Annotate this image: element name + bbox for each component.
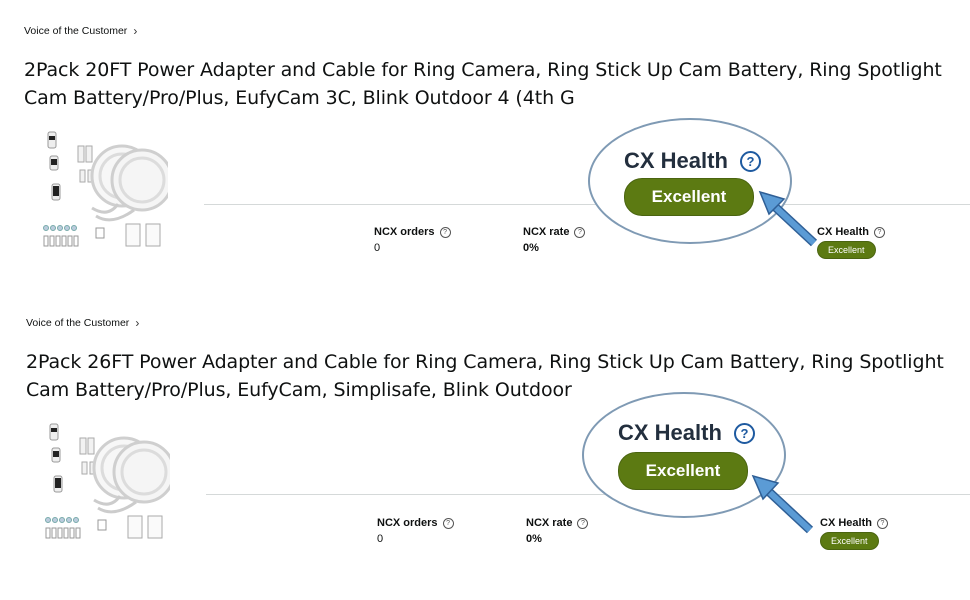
callout-title: CX Health <box>624 148 728 173</box>
help-circle-icon[interactable]: ? <box>574 226 586 238</box>
product-title: 2Pack 20FT Power Adapter and Cable for R… <box>24 59 942 109</box>
cx-health-label: CX Health <box>817 226 869 238</box>
breadcrumb-label[interactable]: Voice of the Customer <box>26 317 129 329</box>
ncx-rate-label: NCX rate <box>523 226 570 238</box>
ncx-orders-value: 0 <box>377 533 384 545</box>
cx-health-badge: Excellent <box>820 532 879 550</box>
cx-health-metric: CX Health? Excellent <box>817 226 885 259</box>
callout-badge: Excellent <box>618 452 748 490</box>
breadcrumb-label[interactable]: Voice of the Customer <box>24 25 127 37</box>
breadcrumb[interactable]: Voice of the Customer › <box>26 316 139 330</box>
ncx-rate-value: 0% <box>523 242 539 254</box>
product-thumbnail <box>43 131 168 247</box>
product-title: 2Pack 26FT Power Adapter and Cable for R… <box>26 351 944 401</box>
ncx-rate-value: 0% <box>526 533 542 545</box>
help-circle-icon[interactable]: ? <box>439 226 451 238</box>
help-circle-icon: ? <box>739 150 761 172</box>
divider <box>204 204 970 205</box>
cx-health-badge: Excellent <box>817 241 876 259</box>
cx-health-metric: CX Health? Excellent <box>820 517 888 550</box>
ncx-orders-metric: NCX orders? 0 <box>377 517 454 545</box>
help-circle-icon[interactable]: ? <box>577 517 589 529</box>
cx-health-callout: CX Health ? Excellent <box>582 392 786 518</box>
product-section-2: Voice of the Customer › 2Pack 26FT Power… <box>0 292 970 582</box>
help-circle-icon: ? <box>733 422 755 444</box>
ncx-rate-label: NCX rate <box>526 517 573 529</box>
product-thumbnail <box>45 423 170 539</box>
ncx-rate-metric: NCX rate? 0% <box>523 226 586 254</box>
ncx-orders-metric: NCX orders? 0 <box>374 226 451 254</box>
callout-badge: Excellent <box>624 178 754 216</box>
ncx-rate-metric: NCX rate? 0% <box>526 517 589 545</box>
divider <box>206 494 970 495</box>
cx-health-callout: CX Health ? Excellent <box>588 118 792 244</box>
help-circle-icon[interactable]: ? <box>873 226 885 238</box>
chevron-right-icon: › <box>133 24 138 38</box>
chevron-right-icon: › <box>135 316 140 330</box>
callout-title: CX Health <box>618 420 722 445</box>
breadcrumb[interactable]: Voice of the Customer › <box>24 24 137 38</box>
ncx-orders-label: NCX orders <box>374 226 435 238</box>
ncx-orders-value: 0 <box>374 242 381 254</box>
ncx-orders-label: NCX orders <box>377 517 438 529</box>
help-circle-icon[interactable]: ? <box>442 517 454 529</box>
help-circle-icon[interactable]: ? <box>876 517 888 529</box>
product-section-1: Voice of the Customer › 2Pack 20FT Power… <box>0 0 970 290</box>
cx-health-label: CX Health <box>820 517 872 529</box>
